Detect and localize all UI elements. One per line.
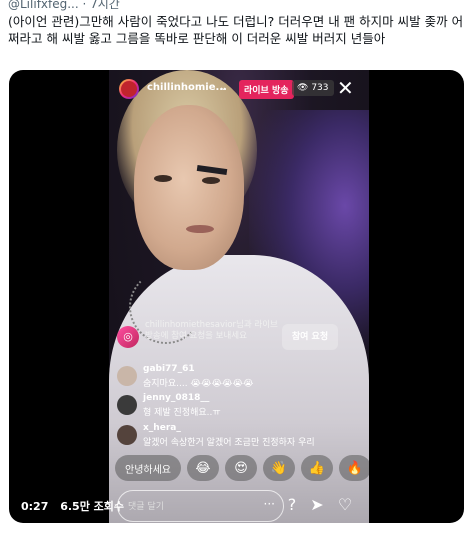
join-request-text: chillinhomiethesavior님과 라이브 방송에 참여 요청을 보… [145, 320, 278, 341]
heart-icon[interactable]: ♡ [335, 495, 355, 515]
join-request-banner: ◎ chillinhomiethesavior님과 라이브 방송에 참여 요청을… [117, 320, 338, 354]
quick-reply-hello[interactable]: 안녕하세요 [115, 455, 181, 481]
live-topbar: chillinhomie... ⌄ 라이브 방송 👁 733 ✕ [109, 76, 369, 102]
comment-placeholder: 댓글 달기 [128, 502, 164, 512]
right-eye [202, 177, 220, 184]
video-stats: 0:27 6.5만 조회수 [21, 498, 132, 514]
left-eye [154, 175, 172, 182]
comment-username[interactable]: gabi77_61 [143, 364, 195, 374]
comment-item: jenny_0818__ 형 제발 진정해요..ㅠ [117, 393, 367, 419]
question-icon[interactable]: ? [282, 495, 302, 515]
eye-icon: 👁 [297, 83, 309, 93]
comment-input[interactable]: 댓글 달기 ··· [117, 490, 284, 522]
avatar[interactable] [117, 395, 137, 415]
live-join-icon: ◎ [117, 326, 139, 348]
quick-reply-thumbs-up[interactable]: 👍 [301, 455, 333, 481]
live-stream-frame: chillinhomie... ⌄ 라이브 방송 👁 733 ✕ ◎ chill… [109, 70, 369, 523]
join-request-button[interactable]: 참여 요청 [282, 324, 338, 350]
comment-text: 알겠어 속상한거 알겠어 조금만 진정하자 우리 [143, 438, 315, 448]
comment-text: 숨지마요.... 😭😭😭😭😭😭 [143, 379, 254, 389]
mouth [186, 225, 214, 233]
close-icon[interactable]: ✕ [337, 76, 354, 100]
viewer-count: 👁 733 [292, 80, 334, 96]
profile-avatar[interactable] [119, 79, 139, 99]
send-icon[interactable]: ➤ [307, 495, 327, 515]
tweet-header: @Lilifxfeg... · 7시간 (아이언 관련)그만해 사람이 죽었다고… [8, 0, 468, 47]
viewer-count-value: 733 [311, 83, 329, 93]
quick-replies: 안녕하세요 😂 😍 👋 👍 🔥 [115, 455, 369, 485]
chevron-down-icon[interactable]: ⌄ [219, 82, 227, 93]
face [134, 105, 244, 270]
video-player[interactable]: chillinhomie... ⌄ 라이브 방송 👁 733 ✕ ◎ chill… [9, 70, 464, 523]
comment-item: x_hera_ 알겠어 속상한거 알겠어 조금만 진정하자 우리 [117, 423, 367, 449]
quick-reply-wave[interactable]: 👋 [263, 455, 295, 481]
avatar[interactable] [117, 425, 137, 445]
tweet-text: (아이언 관련)그만해 사람이 죽었다고 나도 더럽니? 더러우면 내 팬 하지… [8, 14, 464, 46]
video-time: 0:27 [21, 500, 49, 513]
more-icon[interactable]: ··· [264, 497, 275, 511]
quick-reply-laugh[interactable]: 😂 [187, 455, 219, 481]
comment-item: gabi77_61 숨지마요.... 😭😭😭😭😭😭 [117, 364, 367, 390]
live-badge: 라이브 방송 [239, 80, 294, 99]
comment-text: 형 제발 진정해요..ㅠ [143, 408, 221, 418]
quick-reply-heart-eyes[interactable]: 😍 [225, 455, 257, 481]
video-views: 6.5만 조회수 [60, 500, 125, 513]
live-username[interactable]: chillinhomie... [147, 82, 227, 93]
quick-reply-fire[interactable]: 🔥 [339, 455, 369, 481]
comment-username[interactable]: jenny_0818__ [143, 393, 209, 403]
comment-username[interactable]: x_hera_ [143, 423, 181, 433]
tweet-meta[interactable]: @Lilifxfeg... · 7시간 [8, 0, 468, 13]
avatar[interactable] [117, 366, 137, 386]
